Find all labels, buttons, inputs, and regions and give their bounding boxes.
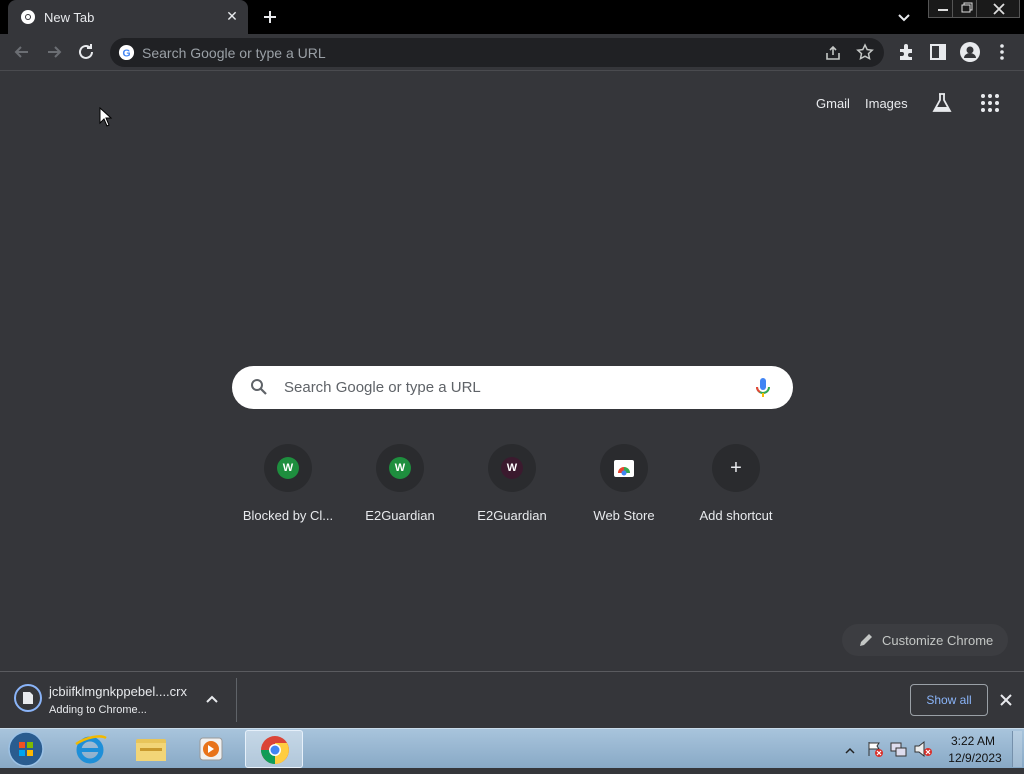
address-bar[interactable]: G Search Google or type a URL	[110, 38, 884, 67]
taskbar-chrome-icon[interactable]	[245, 730, 303, 768]
gmail-link[interactable]: Gmail	[816, 96, 850, 111]
shortcut-label: Blocked by Cl...	[242, 508, 334, 523]
svg-text:G: G	[122, 48, 130, 59]
show-desktop-button[interactable]	[1012, 731, 1022, 767]
shortcut-favicon-w-icon: W	[501, 457, 523, 479]
tab-search-chevron-icon[interactable]	[894, 7, 914, 27]
customize-chrome-button[interactable]: Customize Chrome	[842, 624, 1008, 656]
clock-date[interactable]: 12/9/2023	[948, 751, 1002, 765]
menu-kebab-icon[interactable]	[990, 40, 1014, 64]
start-orb-icon[interactable]	[6, 730, 46, 773]
download-progress-icon	[14, 684, 42, 712]
forward-button[interactable]	[42, 40, 66, 64]
title-bar: New Tab ✕	[0, 0, 1024, 34]
mouse-pointer-icon	[99, 106, 113, 132]
shortcut-label: E2Guardian	[365, 508, 435, 523]
shortcut-icon-circle: W	[376, 444, 424, 492]
shortcut-label: Add shortcut	[699, 508, 773, 523]
share-icon[interactable]	[824, 44, 842, 67]
voice-search-mic-icon[interactable]	[754, 377, 772, 404]
shortcut-label: Web Store	[593, 508, 655, 523]
extensions-puzzle-icon[interactable]	[894, 40, 918, 64]
address-bar-placeholder: Search Google or type a URL	[142, 45, 326, 61]
shortcut-favicon-w-icon: W	[277, 457, 299, 479]
ntp-search-box[interactable]: Search Google or type a URL	[232, 366, 793, 409]
taskbar-media-player-icon[interactable]	[182, 730, 240, 768]
clock-time[interactable]: 3:22 AM	[948, 734, 998, 748]
shortcut-tile[interactable]: W E2Guardian	[456, 444, 568, 534]
network-icon[interactable]	[889, 740, 907, 763]
back-button[interactable]	[10, 40, 34, 64]
shortcut-tile[interactable]: Web Store	[568, 444, 680, 534]
shortcut-label: E2Guardian	[477, 508, 547, 523]
show-all-button[interactable]: Show all	[910, 684, 988, 716]
search-icon	[250, 378, 268, 401]
reload-button[interactable]	[74, 40, 98, 64]
close-window-button[interactable]	[976, 0, 1020, 18]
google-apps-grid-icon[interactable]	[978, 91, 1002, 120]
shortcut-icon-circle: W	[488, 444, 536, 492]
pencil-icon	[858, 632, 874, 653]
taskbar-internet-explorer-icon[interactable]	[62, 730, 120, 768]
shortcut-tile[interactable]: W E2Guardian	[344, 444, 456, 534]
new-tab-button[interactable]	[258, 5, 282, 29]
divider	[236, 678, 237, 722]
web-store-icon	[613, 457, 635, 484]
tab-close-icon[interactable]: ✕	[224, 8, 240, 24]
profile-avatar-icon[interactable]	[958, 40, 982, 64]
bookmark-star-icon[interactable]	[856, 43, 874, 66]
taskbar-file-explorer-icon[interactable]	[122, 730, 180, 768]
action-center-flag-icon[interactable]	[866, 740, 884, 763]
download-status: Adding to Chrome...	[49, 704, 147, 716]
shortcut-icon-circle: +	[712, 444, 760, 492]
windows-taskbar: 3:22 AM 12/9/2023	[0, 728, 1024, 768]
shortcut-icon-circle: W	[264, 444, 312, 492]
labs-flask-icon[interactable]	[930, 91, 954, 120]
download-shelf: jcbiifklmgnkppebel....crx Adding to Chro…	[0, 671, 1024, 728]
add-shortcut-tile[interactable]: + Add shortcut	[680, 444, 792, 534]
tray-overflow-chevron-icon[interactable]	[845, 743, 855, 761]
images-link[interactable]: Images	[865, 96, 908, 111]
tab-title: New Tab	[44, 10, 95, 25]
google-g-icon: G	[118, 44, 135, 66]
plus-icon: +	[730, 457, 742, 479]
browser-toolbar: G Search Google or type a URL	[0, 34, 1024, 71]
volume-muted-icon[interactable]	[913, 740, 933, 763]
customize-chrome-label: Customize Chrome	[882, 633, 994, 648]
close-download-shelf-icon[interactable]	[997, 691, 1015, 709]
side-panel-icon[interactable]	[926, 40, 950, 64]
shortcut-favicon-w-icon: W	[389, 457, 411, 479]
chrome-favicon-icon	[20, 9, 36, 30]
download-options-chevron-icon[interactable]	[204, 692, 220, 708]
tab-new-tab[interactable]: New Tab ✕	[8, 0, 248, 34]
shortcut-icon-circle	[600, 444, 648, 492]
ntp-search-placeholder: Search Google or type a URL	[284, 379, 481, 396]
shortcut-tile[interactable]: W Blocked by Cl...	[232, 444, 344, 534]
download-filename[interactable]: jcbiifklmgnkppebel....crx	[49, 684, 187, 699]
